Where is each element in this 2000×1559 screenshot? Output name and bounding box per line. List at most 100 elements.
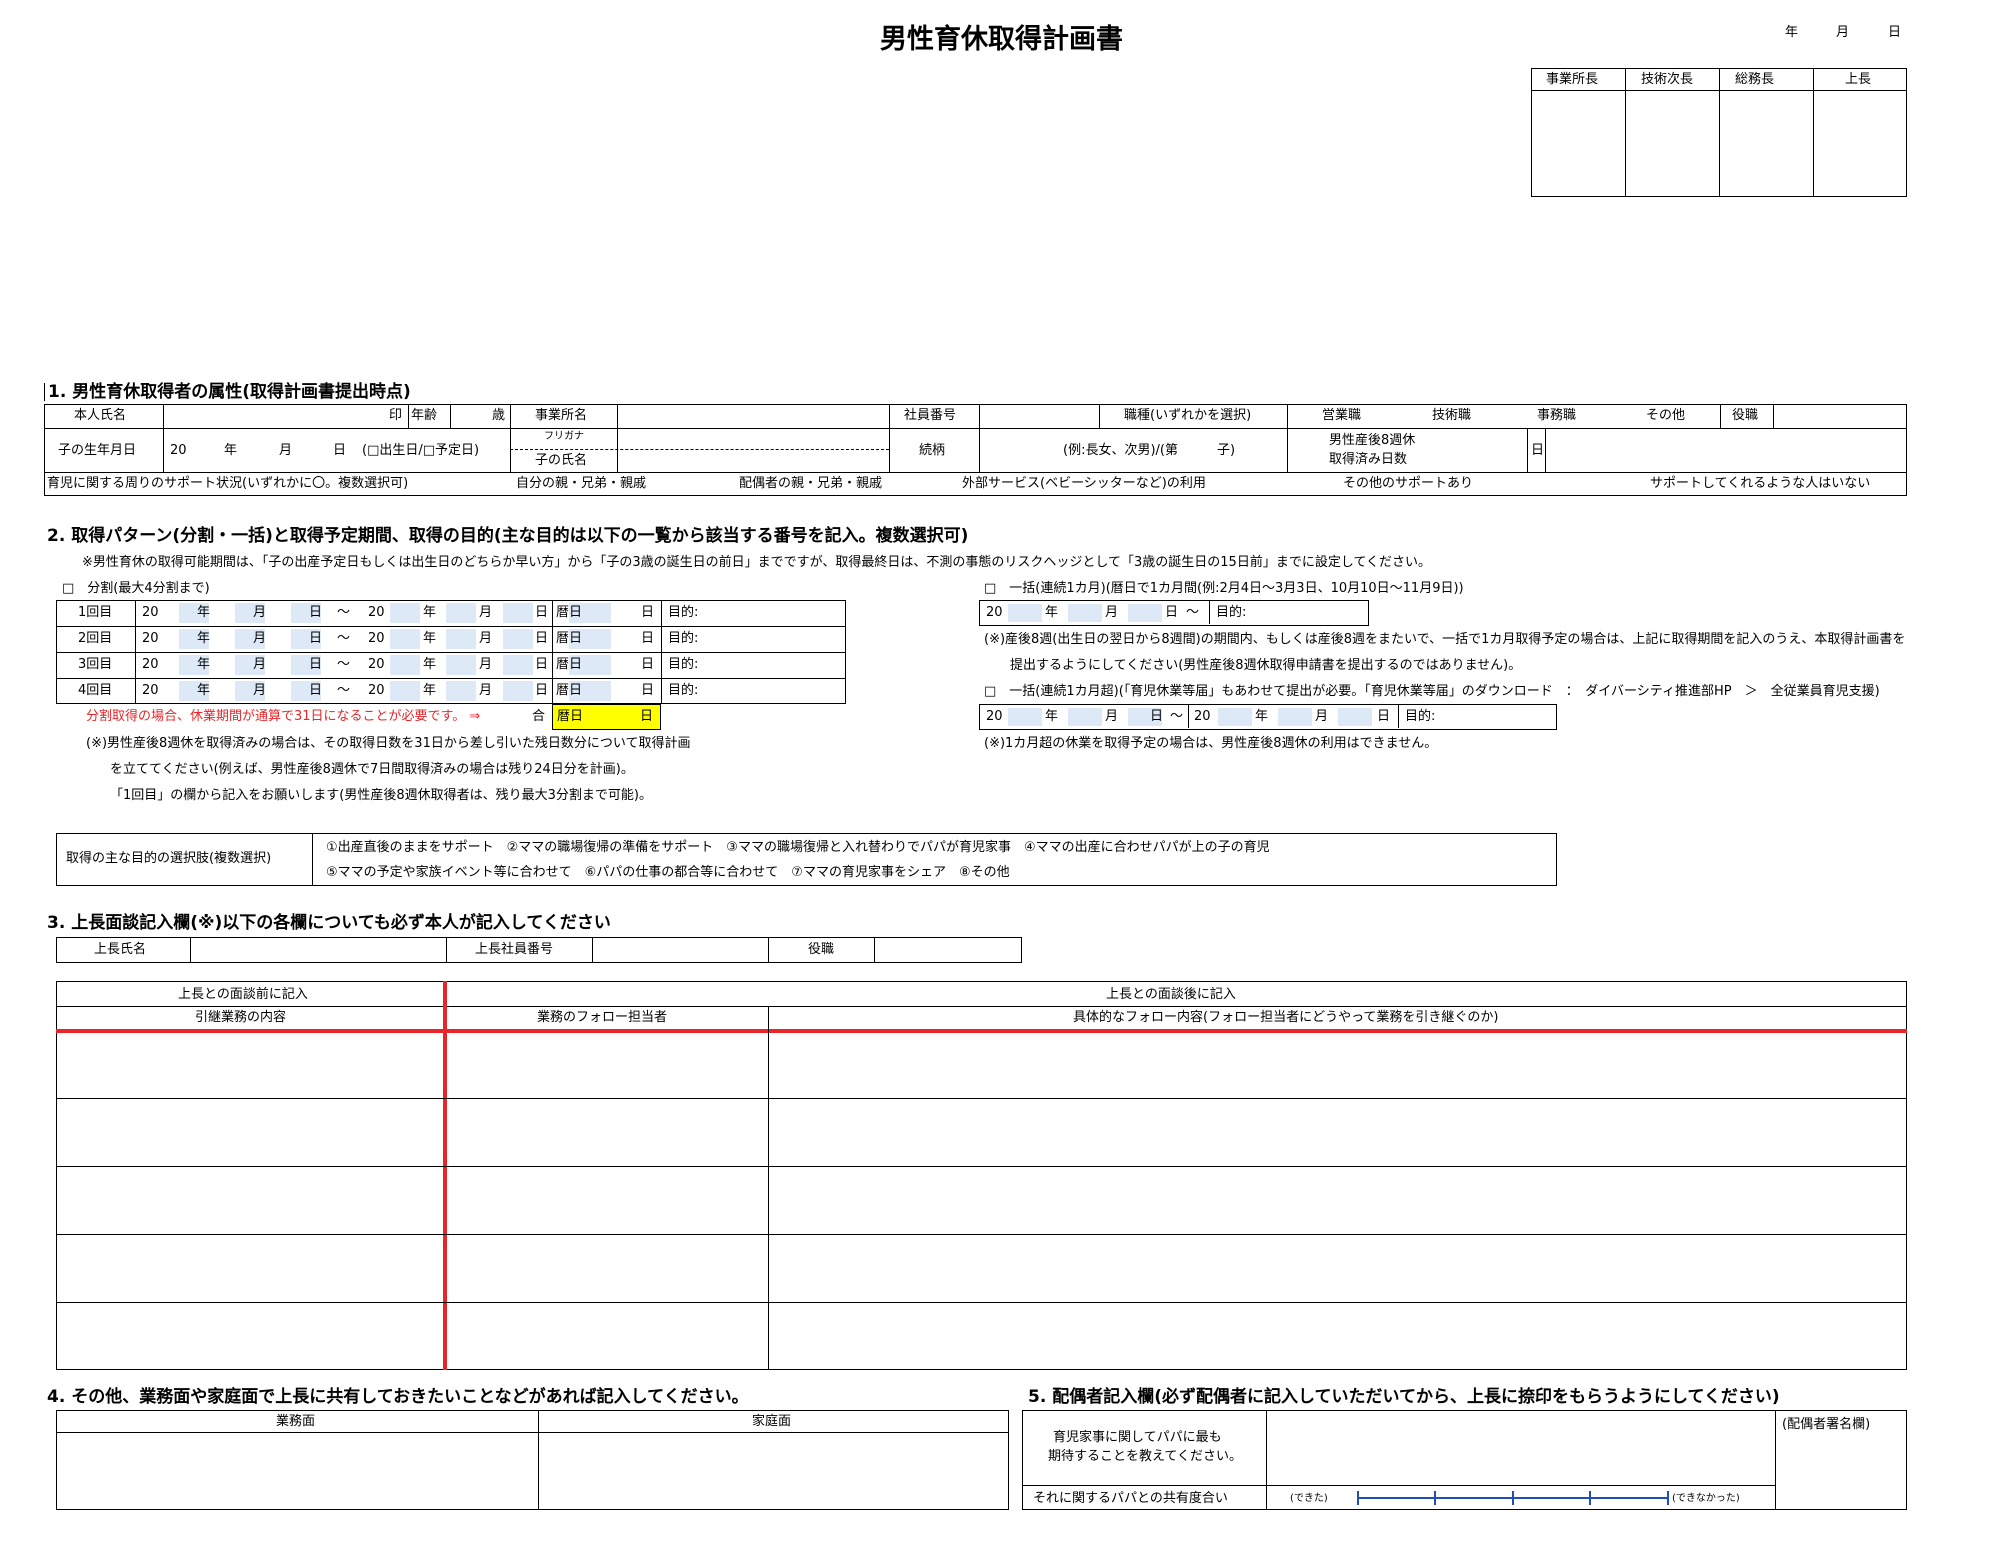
scale-tick[interactable] [1589, 1491, 1591, 1505]
bulk-1month-option[interactable]: □ 一括(連続1カ月)(暦日で1カ月間(例:2月4日～3月3日、10月10日～1… [984, 582, 1464, 595]
handover-cell[interactable] [771, 1034, 1905, 1096]
calendar-days-label: 暦日 [556, 657, 583, 672]
date-year: 年 [1785, 25, 1799, 40]
bulk1-purpose: 目的: [1216, 605, 1247, 620]
child-name-field[interactable] [620, 451, 886, 470]
handover-cell[interactable] [58, 1034, 442, 1096]
paternity-days-field[interactable] [1548, 431, 1903, 469]
purpose-options-label: 取得の主な目的の選択肢(複数選択) [66, 851, 272, 866]
split-row-2: 2回目 20 年 月 日 ～ 20 年 月 日 暦日 日 目的: [56, 626, 846, 652]
support-own-family[interactable]: 自分の親・兄弟・親戚 [516, 477, 646, 490]
notes-work-label: 業務面 [276, 1414, 316, 1429]
end-20: 20 [368, 657, 385, 672]
dob-year: 年 [224, 443, 238, 458]
calendar-days-unit: 日 [641, 631, 655, 646]
notes-home-field[interactable] [541, 1434, 1007, 1508]
notes-work-field[interactable] [58, 1434, 536, 1508]
office-field[interactable] [620, 406, 886, 426]
stamp-slot-tech-deputy[interactable] [1627, 92, 1717, 195]
approval-tech-deputy: 技術次長 [1641, 72, 1694, 87]
start-20: 20 [142, 631, 159, 646]
spouse-signature-label: (配偶者署名欄) [1782, 1417, 1871, 1432]
office-label: 事業所名 [535, 408, 588, 423]
boss-no-field[interactable] [595, 939, 765, 961]
purpose-field[interactable] [711, 681, 841, 701]
scale-tick[interactable] [1667, 1491, 1669, 1505]
bulk1-year: 年 [1045, 605, 1059, 620]
approval-general-affairs: 総務長 [1735, 72, 1775, 87]
scale-tick[interactable] [1512, 1491, 1514, 1505]
bulk2-purpose-field[interactable] [1447, 707, 1553, 727]
split-note-1: (※)男性産後8週休を取得済みの場合は、その取得日数を31日から差し引いた残日数… [86, 736, 691, 751]
approval-boss: 上長 [1845, 72, 1872, 87]
job-other[interactable]: その他 [1646, 409, 1685, 422]
start-year: 年 [197, 631, 211, 646]
stamp-slot-office-head[interactable] [1533, 92, 1623, 195]
support-other[interactable]: その他のサポートあり [1343, 477, 1473, 490]
handover-col-follower: 業務のフォロー担当者 [537, 1010, 668, 1025]
leave-period-note: ※男性育休の取得可能期間は、「子の出産予定日もしくは出生日のどちらか早い方」から… [82, 555, 1432, 570]
end-month: 月 [479, 657, 493, 672]
boss-name-field[interactable] [193, 939, 443, 961]
purpose-field[interactable] [711, 629, 841, 649]
split-total-cell[interactable]: 暦日 日 [552, 704, 661, 730]
boss-position-field[interactable] [877, 939, 1019, 961]
bulk1-tilde: ～ [1186, 605, 1200, 620]
job-sales[interactable]: 営業職 [1322, 409, 1361, 422]
relation-example[interactable]: (例:長女、次男)/(第 子) [1063, 444, 1235, 457]
support-spouse-family[interactable]: 配偶者の親・兄弟・親戚 [739, 477, 882, 490]
end-month: 月 [479, 631, 493, 646]
spouse-signature-field[interactable] [1778, 1436, 1905, 1508]
calendar-days-label: 暦日 [556, 683, 583, 698]
empno-label: 社員番号 [904, 408, 957, 423]
start-month: 月 [253, 657, 267, 672]
end-day: 日 [535, 683, 549, 698]
bulk2-start-year: 年 [1045, 709, 1059, 724]
tilde: ～ [337, 683, 351, 698]
bulk-over-1month-option[interactable]: □ 一括(連続1カ月超)(「育児休業等届」もあわせて提出が必要。「育児休業等届」… [984, 685, 1880, 698]
split-option[interactable]: □ 分割(最大4分割まで) [62, 582, 210, 595]
bulk-over-1month-row: 20 年 月 日 ～ 20 年 月 日 目的: [979, 704, 1557, 730]
start-day: 日 [309, 683, 323, 698]
start-day: 日 [309, 631, 323, 646]
share-degree-label: それに関するパパとの共有度合い [1033, 1491, 1228, 1506]
purpose-field[interactable] [711, 603, 841, 623]
stamp-slot-general-affairs[interactable] [1721, 92, 1811, 195]
dob-options[interactable]: (□出生日/□予定日) [362, 444, 479, 457]
purpose-label: 目的: [668, 605, 699, 620]
purpose-label: 目的: [668, 683, 699, 698]
job-clerical[interactable]: 事務職 [1537, 409, 1576, 422]
split-row-1: 1回目 20 年 月 日 ～ 20 年 月 日 暦日 日 目的: [56, 600, 846, 626]
handover-cell[interactable] [448, 1034, 766, 1096]
name-field[interactable] [166, 406, 386, 426]
support-none[interactable]: サポートしてくれるような人はいない [1650, 477, 1870, 490]
job-technical[interactable]: 技術職 [1432, 409, 1471, 422]
support-external[interactable]: 外部サービス(ベビーシッターなど)の利用 [962, 477, 1206, 490]
spouse-expectation-field[interactable] [1269, 1412, 1773, 1483]
scale-tick[interactable] [1434, 1491, 1436, 1505]
age-field[interactable] [453, 406, 489, 426]
dob-month: 月 [279, 443, 293, 458]
dob-20: 20 [170, 443, 187, 458]
split-row-label: 3回目 [78, 657, 113, 672]
approval-office-head: 事業所長 [1546, 72, 1599, 87]
paternity-unit: 日 [1531, 443, 1545, 458]
bulk2-start-month: 月 [1105, 709, 1119, 724]
share-degree-scale[interactable] [1357, 1491, 1669, 1505]
scale-can-label: (できた) [1290, 1493, 1328, 1504]
end-20: 20 [368, 683, 385, 698]
bulk-1month-row: 20 年 月 日 ～ 目的: [979, 600, 1369, 626]
start-month: 月 [253, 605, 267, 620]
split-total-unit: 日 [640, 709, 654, 724]
split-row-label: 2回目 [78, 631, 113, 646]
bulk1-purpose-field[interactable] [1258, 603, 1366, 623]
scale-tick[interactable] [1357, 1491, 1359, 1505]
name-label: 本人氏名 [74, 408, 127, 423]
after-meeting-label: 上長との面談後に記入 [1106, 987, 1236, 1002]
split-total-label: 合 [532, 709, 546, 724]
purpose-field[interactable] [711, 655, 841, 675]
empno-field[interactable] [982, 406, 1096, 426]
stamp-slot-boss[interactable] [1815, 92, 1905, 195]
end-day: 日 [535, 605, 549, 620]
calendar-days-unit: 日 [641, 605, 655, 620]
